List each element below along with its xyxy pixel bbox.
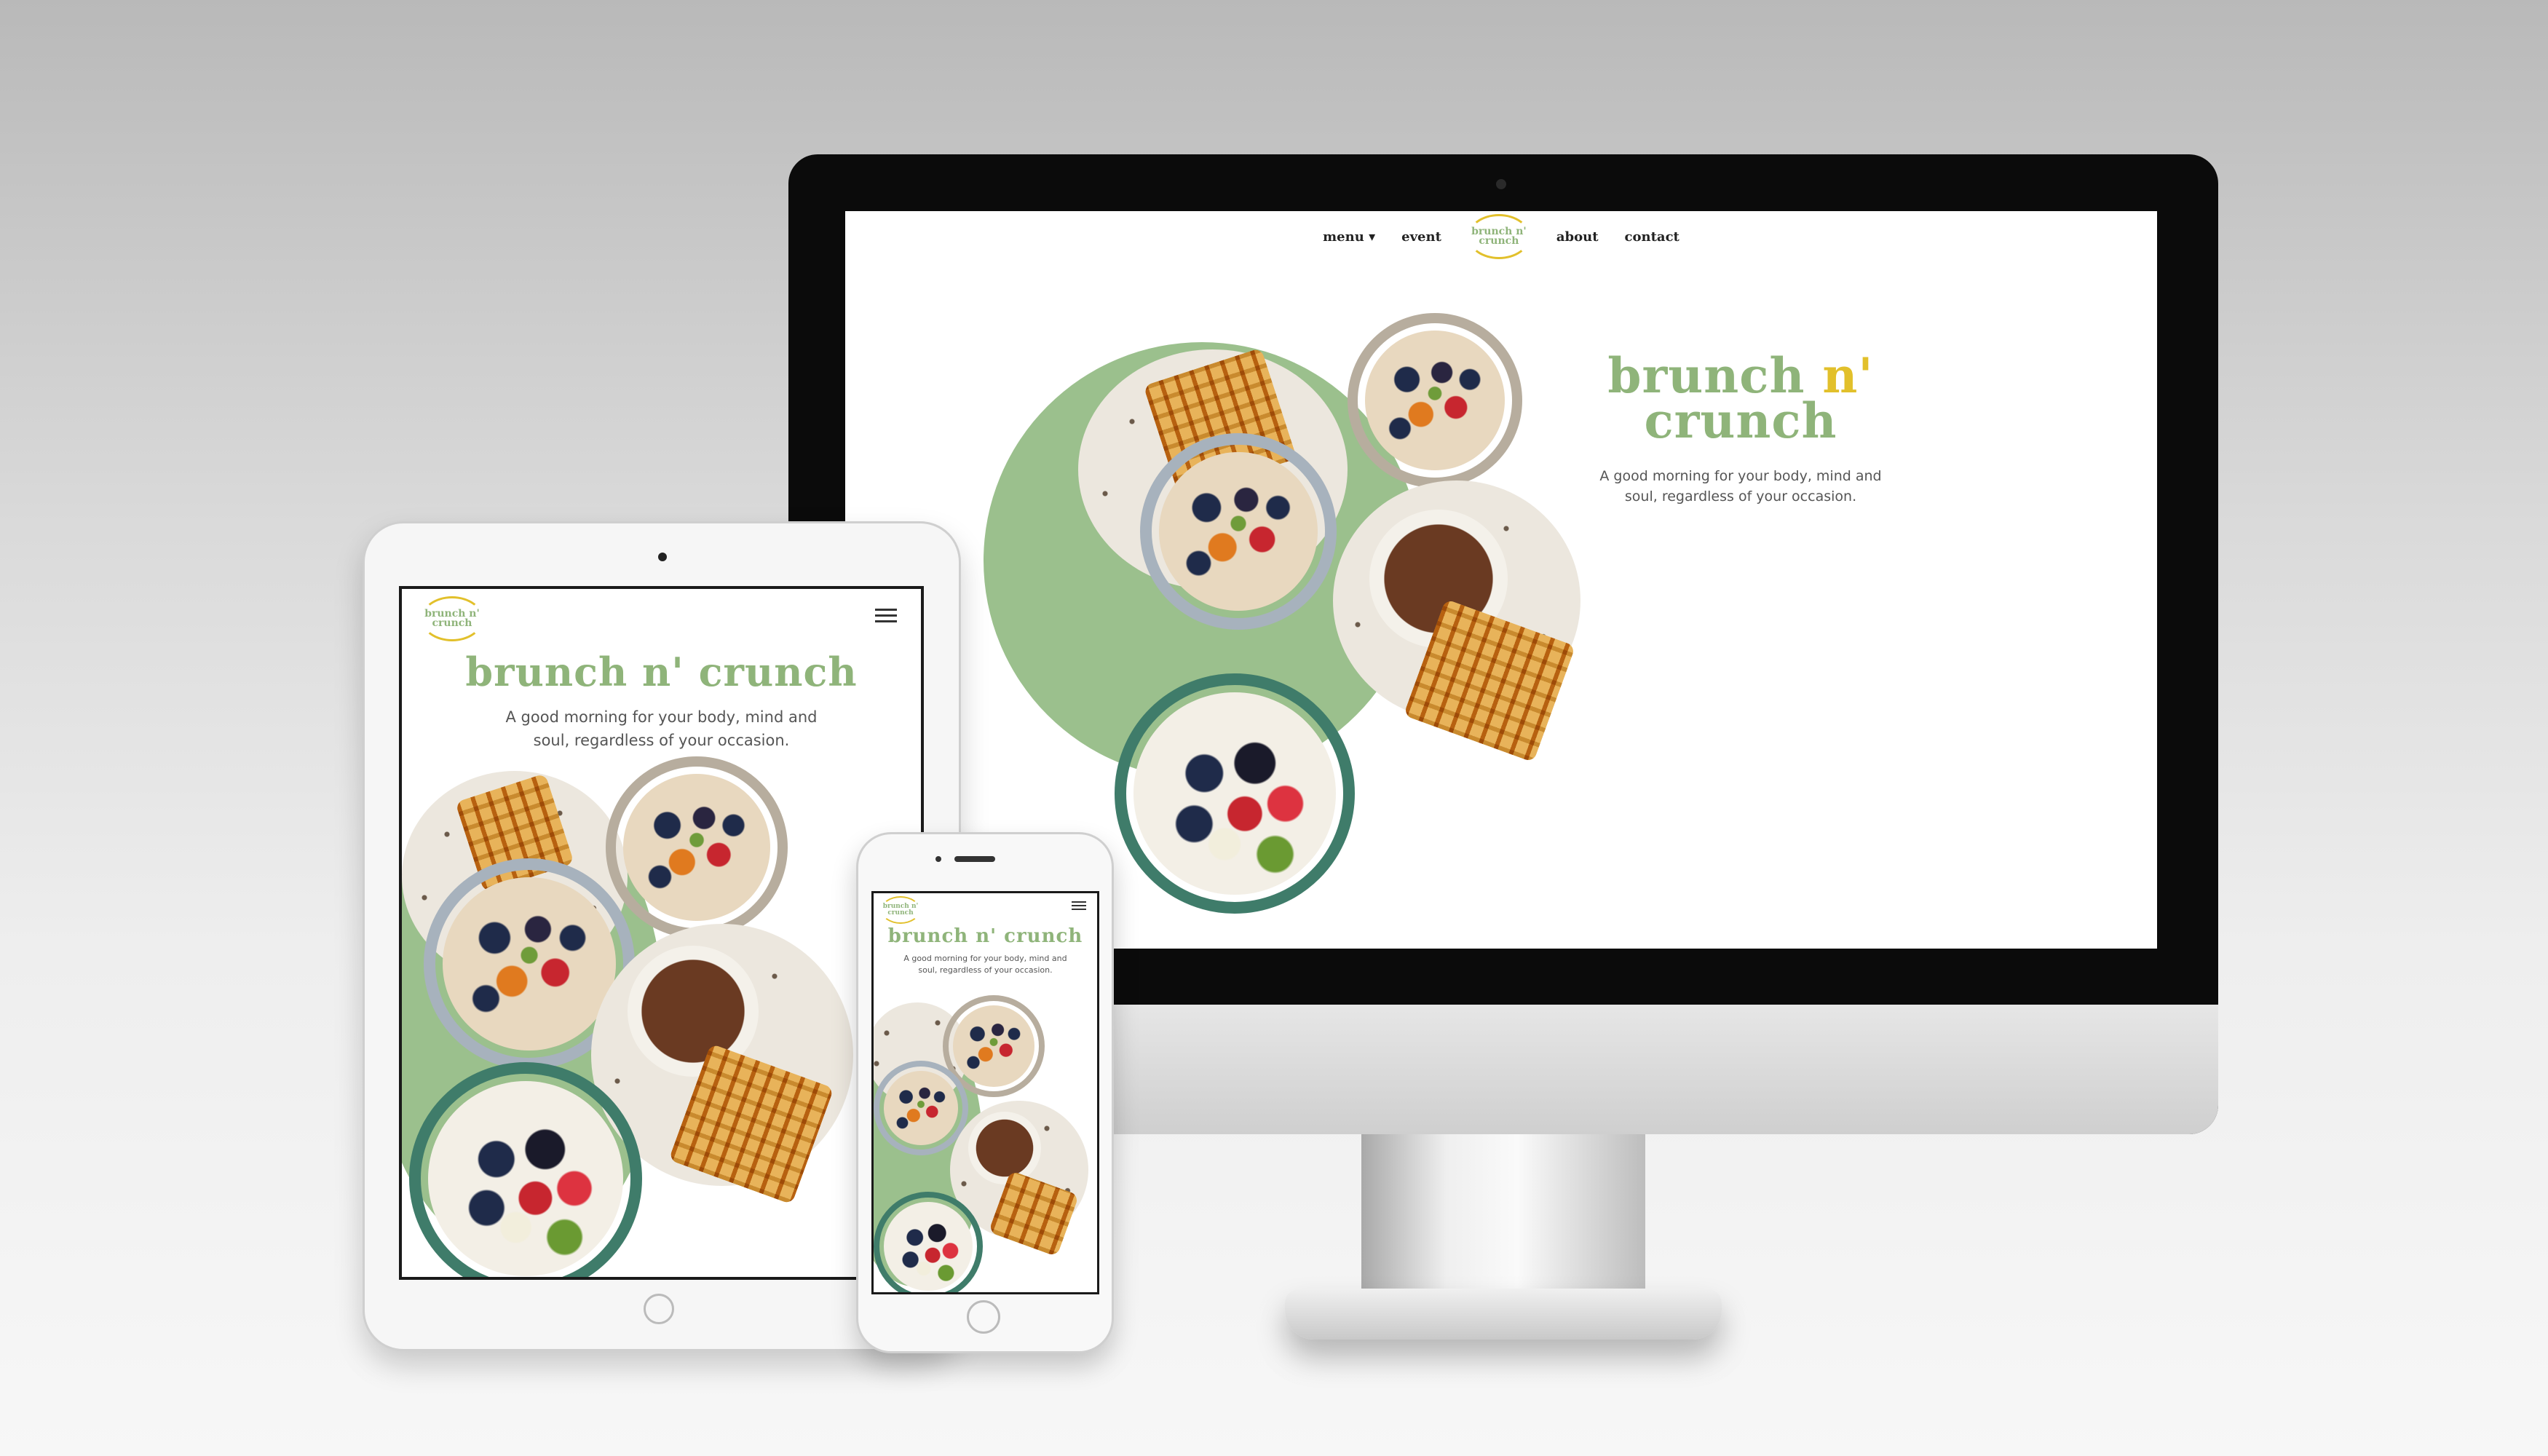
oat-bowl-1 <box>1348 313 1522 488</box>
home-button-icon[interactable] <box>967 1300 1000 1334</box>
chevron-down-icon: ▾ <box>1369 229 1376 245</box>
phone-logo[interactable]: brunch n' crunch <box>881 896 920 924</box>
monitor-stand-base <box>1285 1289 1722 1340</box>
speaker-icon <box>954 856 995 862</box>
nav-event[interactable]: event <box>1401 229 1441 245</box>
oat-bowl-2 <box>1140 433 1337 630</box>
camera-icon <box>1496 179 1506 189</box>
monitor-stand-neck <box>1361 1132 1645 1299</box>
phone-screen: brunch n' crunch brunch n' crunch A good… <box>871 891 1099 1294</box>
phone-tagline: A good morning for your body, mind and so… <box>903 954 1067 975</box>
tablet-title: brunch n' crunch <box>465 649 858 695</box>
phone-food-image <box>874 995 1097 1292</box>
nav-logo[interactable]: brunch n' crunch <box>1467 214 1530 259</box>
hero-tagline: A good morning for your body, mind and so… <box>1599 468 1882 505</box>
desktop-nav: menu ▾ event brunch n' crunch about cont… <box>845 211 2157 262</box>
nav-about[interactable]: about <box>1556 229 1599 245</box>
hamburger-icon[interactable] <box>875 605 897 626</box>
tablet-logo[interactable]: brunch n' crunch <box>421 596 483 641</box>
berry-bowl <box>1115 673 1355 914</box>
logo-line-2: crunch <box>1479 235 1519 247</box>
home-button-icon[interactable] <box>644 1294 674 1324</box>
hamburger-icon[interactable] <box>1072 899 1086 912</box>
tablet-screen: brunch n' crunch brunch n' crunch A good… <box>399 586 924 1280</box>
camera-icon <box>935 856 941 862</box>
nav-contact[interactable]: contact <box>1625 229 1679 245</box>
tablet-food-image <box>402 756 921 1277</box>
camera-icon <box>658 553 667 561</box>
phone-device: brunch n' crunch brunch n' crunch A good… <box>856 832 1114 1353</box>
hero-title: brunch n' crunch <box>1607 347 1874 449</box>
nav-menu[interactable]: menu ▾ <box>1323 229 1375 245</box>
phone-title: brunch n' crunch <box>887 925 1083 947</box>
tablet-tagline: A good morning for your body, mind and so… <box>505 708 818 749</box>
